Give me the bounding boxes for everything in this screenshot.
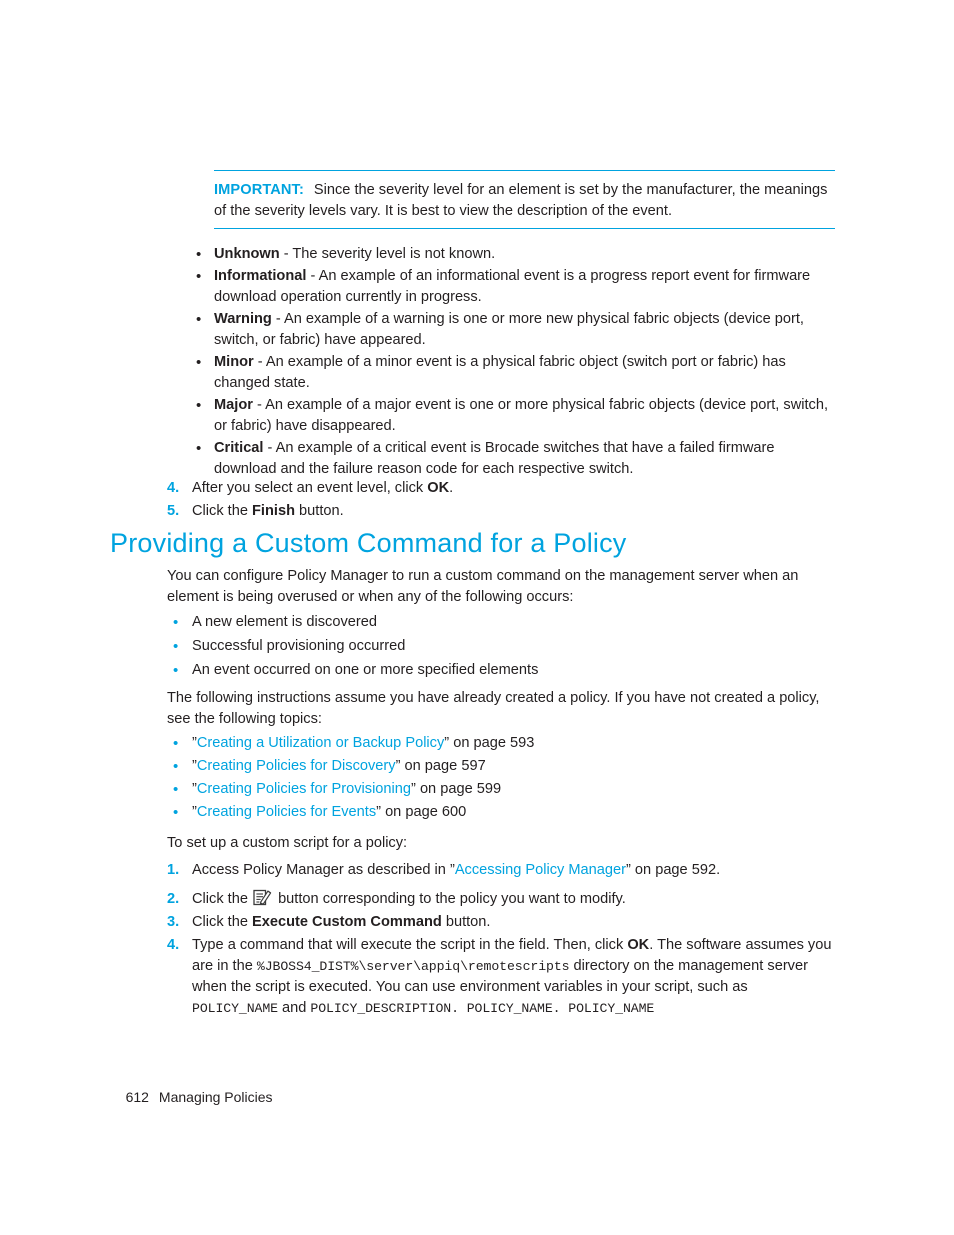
severity-term: Major bbox=[214, 397, 253, 413]
list-item: • ”Creating Policies for Provisioning” o… bbox=[173, 779, 833, 800]
code-path: %JBOSS4_DIST%\server\appiq\remotescripts bbox=[256, 959, 570, 974]
event-level-steps: 4. After you select an event level, clic… bbox=[167, 478, 827, 524]
step-number: 5. bbox=[167, 503, 180, 519]
step-text-bold: Finish bbox=[252, 503, 295, 519]
step-text-bold: OK bbox=[427, 480, 450, 496]
severity-term: Warning bbox=[214, 311, 272, 327]
cross-reference-link[interactable]: Creating Policies for Events bbox=[197, 804, 376, 820]
page-reference: on page 592. bbox=[630, 862, 721, 878]
bullet-marker: • bbox=[173, 804, 179, 821]
step-text-post: button. bbox=[295, 503, 344, 519]
numbered-step: 5. Click the Finish button. bbox=[167, 501, 827, 522]
bullet-marker: • bbox=[196, 354, 202, 371]
severity-desc: - An example of a major event is one or … bbox=[214, 397, 829, 434]
step-text-pre: Click the bbox=[192, 503, 253, 519]
list-item: • A new element is discovered bbox=[173, 612, 833, 633]
bullet-marker: • bbox=[173, 638, 179, 655]
occurrences-list: • A new element is discovered • Successf… bbox=[173, 612, 833, 684]
cross-reference-link[interactable]: Creating Policies for Discovery bbox=[197, 758, 396, 774]
page-reference: on page 600 bbox=[381, 804, 467, 820]
list-item: • Informational - An example of an infor… bbox=[196, 266, 841, 308]
footer-chapter-title: Managing Policies bbox=[158, 1089, 273, 1105]
document-page: IMPORTANT: Since the severity level for a… bbox=[0, 0, 954, 1235]
cross-reference-link[interactable]: Creating Policies for Provisioning bbox=[197, 781, 411, 797]
code-variable: POLICY_DESCRIPTION. POLICY_NAME. POLICY_… bbox=[310, 1001, 655, 1016]
list-item: • ”Creating a Utilization or Backup Poli… bbox=[173, 733, 833, 754]
bullet-marker: • bbox=[196, 246, 202, 263]
custom-script-steps: 1. Access Policy Manager as described in… bbox=[167, 860, 837, 1019]
occurrence-text: Successful provisioning occurred bbox=[192, 638, 406, 654]
cross-reference-link[interactable]: Accessing Policy Manager bbox=[455, 862, 626, 878]
bullet-marker: • bbox=[196, 397, 202, 414]
important-note: IMPORTANT: Since the severity level for a… bbox=[214, 170, 835, 229]
step-number: 4. bbox=[167, 480, 180, 496]
list-item: • Major - An example of a major event is… bbox=[196, 395, 841, 437]
page-reference: on page 593 bbox=[449, 735, 535, 751]
page-reference: on page 599 bbox=[415, 781, 502, 797]
step-text-pre: Click the bbox=[192, 891, 253, 907]
step-text-bold: Execute Custom Command bbox=[252, 914, 442, 930]
severity-desc: - The severity level is not known. bbox=[279, 246, 496, 262]
bullet-marker: • bbox=[196, 311, 202, 328]
bullet-marker: • bbox=[173, 735, 179, 752]
severity-term: Unknown bbox=[214, 246, 280, 262]
setup-paragraph: To set up a custom script for a policy: bbox=[167, 835, 408, 851]
note-text: Since the severity level for an element … bbox=[214, 182, 828, 219]
cross-reference-link[interactable]: Creating a Utilization or Backup Policy bbox=[197, 735, 444, 751]
numbered-step: 4. After you select an event level, clic… bbox=[167, 478, 827, 499]
list-item: • ”Creating Policies for Discovery” on p… bbox=[173, 756, 833, 777]
step-text-part1: Type a command that will execute the scr… bbox=[192, 937, 628, 953]
numbered-step: 2. Click the button corresponding to the… bbox=[167, 889, 837, 910]
note-body: IMPORTANT: Since the severity level for a… bbox=[214, 171, 835, 228]
step-text-pre: After you select an event level, click bbox=[192, 480, 428, 496]
bullet-marker: • bbox=[173, 781, 179, 798]
step-number: 4. bbox=[167, 937, 180, 953]
related-topics-list: • ”Creating a Utilization or Backup Poli… bbox=[173, 733, 833, 825]
step-text-pre: Access Policy Manager as described in bbox=[192, 862, 450, 878]
step-text-pre: Click the bbox=[192, 914, 253, 930]
severity-desc: - An example of a warning is one or more… bbox=[214, 311, 804, 348]
bullet-marker: • bbox=[196, 268, 202, 285]
severity-desc: - An example of a critical event is Broc… bbox=[214, 440, 775, 477]
list-item: • Successful provisioning occurred bbox=[173, 636, 833, 657]
step-number: 3. bbox=[167, 914, 180, 930]
page-reference: on page 597 bbox=[400, 758, 486, 774]
step-text-post: button corresponding to the policy you w… bbox=[274, 891, 626, 907]
bullet-marker: • bbox=[173, 758, 179, 775]
bullet-marker: • bbox=[173, 662, 179, 679]
occurrence-text: An event occurred on one or more specifi… bbox=[192, 662, 539, 678]
note-label: IMPORTANT: bbox=[214, 182, 304, 198]
section-heading: Providing a Custom Command for a Policy bbox=[110, 528, 627, 558]
step-text-post: . bbox=[449, 480, 454, 496]
topics-paragraph: The following instructions assume you ha… bbox=[167, 690, 820, 727]
severity-term: Critical bbox=[214, 440, 264, 456]
step-number: 1. bbox=[167, 862, 180, 878]
step-text-part4: and bbox=[277, 1000, 311, 1016]
bullet-marker: • bbox=[173, 614, 179, 631]
footer-page-number: 612 bbox=[125, 1089, 149, 1105]
severity-desc: - An example of a minor event is a physi… bbox=[214, 354, 786, 391]
step-text-post: button. bbox=[441, 914, 491, 930]
list-item: • Unknown - The severity level is not kn… bbox=[196, 244, 841, 265]
list-item: • An event occurred on one or more speci… bbox=[173, 660, 833, 681]
code-variable: POLICY_NAME bbox=[192, 1001, 278, 1016]
occurrence-text: A new element is discovered bbox=[192, 614, 377, 630]
severity-term: Minor bbox=[214, 354, 254, 370]
list-item: • Warning - An example of a warning is o… bbox=[196, 309, 841, 351]
edit-policy-icon[interactable] bbox=[253, 889, 272, 906]
page-footer: 612 Managing Policies bbox=[110, 1067, 273, 1127]
numbered-step: 1. Access Policy Manager as described in… bbox=[167, 860, 837, 881]
list-item: • ”Creating Policies for Events” on page… bbox=[173, 802, 833, 823]
list-item: • Minor - An example of a minor event is… bbox=[196, 352, 841, 394]
severity-term: Informational bbox=[214, 268, 307, 284]
list-item: • Critical - An example of a critical ev… bbox=[196, 438, 841, 480]
numbered-step: 4. Type a command that will execute the … bbox=[167, 935, 837, 1019]
intro-paragraph: You can configure Policy Manager to run … bbox=[167, 568, 799, 605]
step-number: 2. bbox=[167, 891, 180, 907]
step-text-bold: OK bbox=[627, 937, 650, 953]
severity-level-list: • Unknown - The severity level is not kn… bbox=[196, 244, 841, 481]
note-bottom-rule bbox=[214, 228, 835, 229]
bullet-marker: • bbox=[196, 440, 202, 457]
numbered-step: 3. Click the Execute Custom Command butt… bbox=[167, 912, 837, 933]
